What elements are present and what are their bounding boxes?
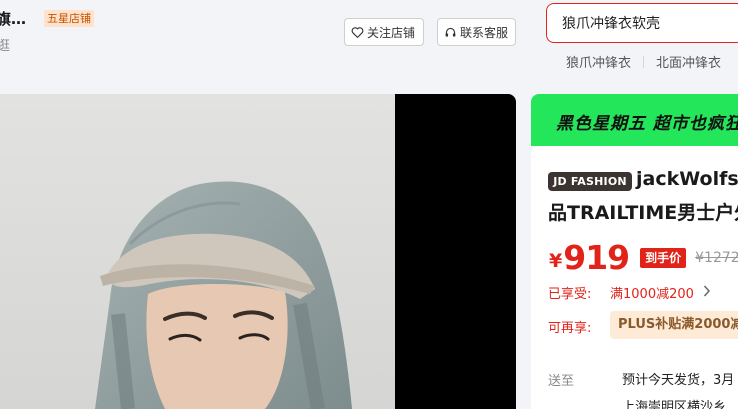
heart-icon [351, 26, 364, 38]
search-box[interactable] [546, 3, 738, 43]
promo-banner-text: 黑色星期五 超市也疯狂 [556, 114, 738, 134]
price-currency-symbol: ¥ [549, 249, 563, 272]
final-price-badge: 到手价 [640, 247, 687, 268]
product-photo[interactable] [0, 94, 395, 409]
product-title-line1: jackWolfsk [636, 168, 738, 190]
product-title-line2: 品TRAILTIME男士户外 [548, 202, 738, 224]
follow-shop-button[interactable]: 关注店铺 [344, 18, 424, 46]
model-hood-illustration [0, 94, 395, 409]
contact-service-button[interactable]: 联系客服 [437, 18, 516, 46]
hot-word-link[interactable]: 狼爪冲锋衣 [566, 52, 631, 71]
product-gallery[interactable] [0, 94, 516, 409]
jd-fashion-logo: JD FASHION [548, 172, 632, 191]
enjoyed-discount-label: 已享受: [548, 287, 592, 302]
headset-icon [445, 27, 456, 37]
shop-rating-badge: 五星店铺 [44, 10, 94, 27]
chevron-right-icon[interactable] [703, 284, 711, 298]
shop-name[interactable]: 旗… [0, 8, 26, 29]
hot-word-link[interactable]: 北面冲锋衣 [656, 52, 721, 71]
more-discount-label: 可再享: [548, 321, 592, 336]
hot-search-words: 狼爪冲锋衣 北面冲锋衣 [566, 52, 721, 71]
shop-subtitle[interactable]: 逛 [0, 35, 10, 54]
original-price: ¥1272.0 [695, 249, 738, 266]
hot-word-divider [643, 55, 645, 68]
contact-service-label: 联系客服 [460, 25, 509, 40]
shipping-estimate: 预计今天发货，3月 [622, 373, 735, 388]
delivery-address[interactable]: 上海崇明区横沙乡 [622, 396, 726, 409]
follow-shop-label: 关注店铺 [367, 25, 416, 40]
promo-banner[interactable]: 黑色星期五 超市也疯狂 [531, 94, 738, 146]
search-input[interactable] [562, 15, 738, 31]
price-row: ¥ 919 到手价 ¥1272.0 [549, 238, 738, 277]
final-price: 919 [563, 238, 630, 277]
ship-to-label: 送至 [548, 374, 575, 389]
enjoyed-coupon[interactable]: 满1000减200 [610, 283, 694, 302]
plus-subsidy-tag[interactable]: PLUS补贴满2000减 [610, 311, 738, 339]
